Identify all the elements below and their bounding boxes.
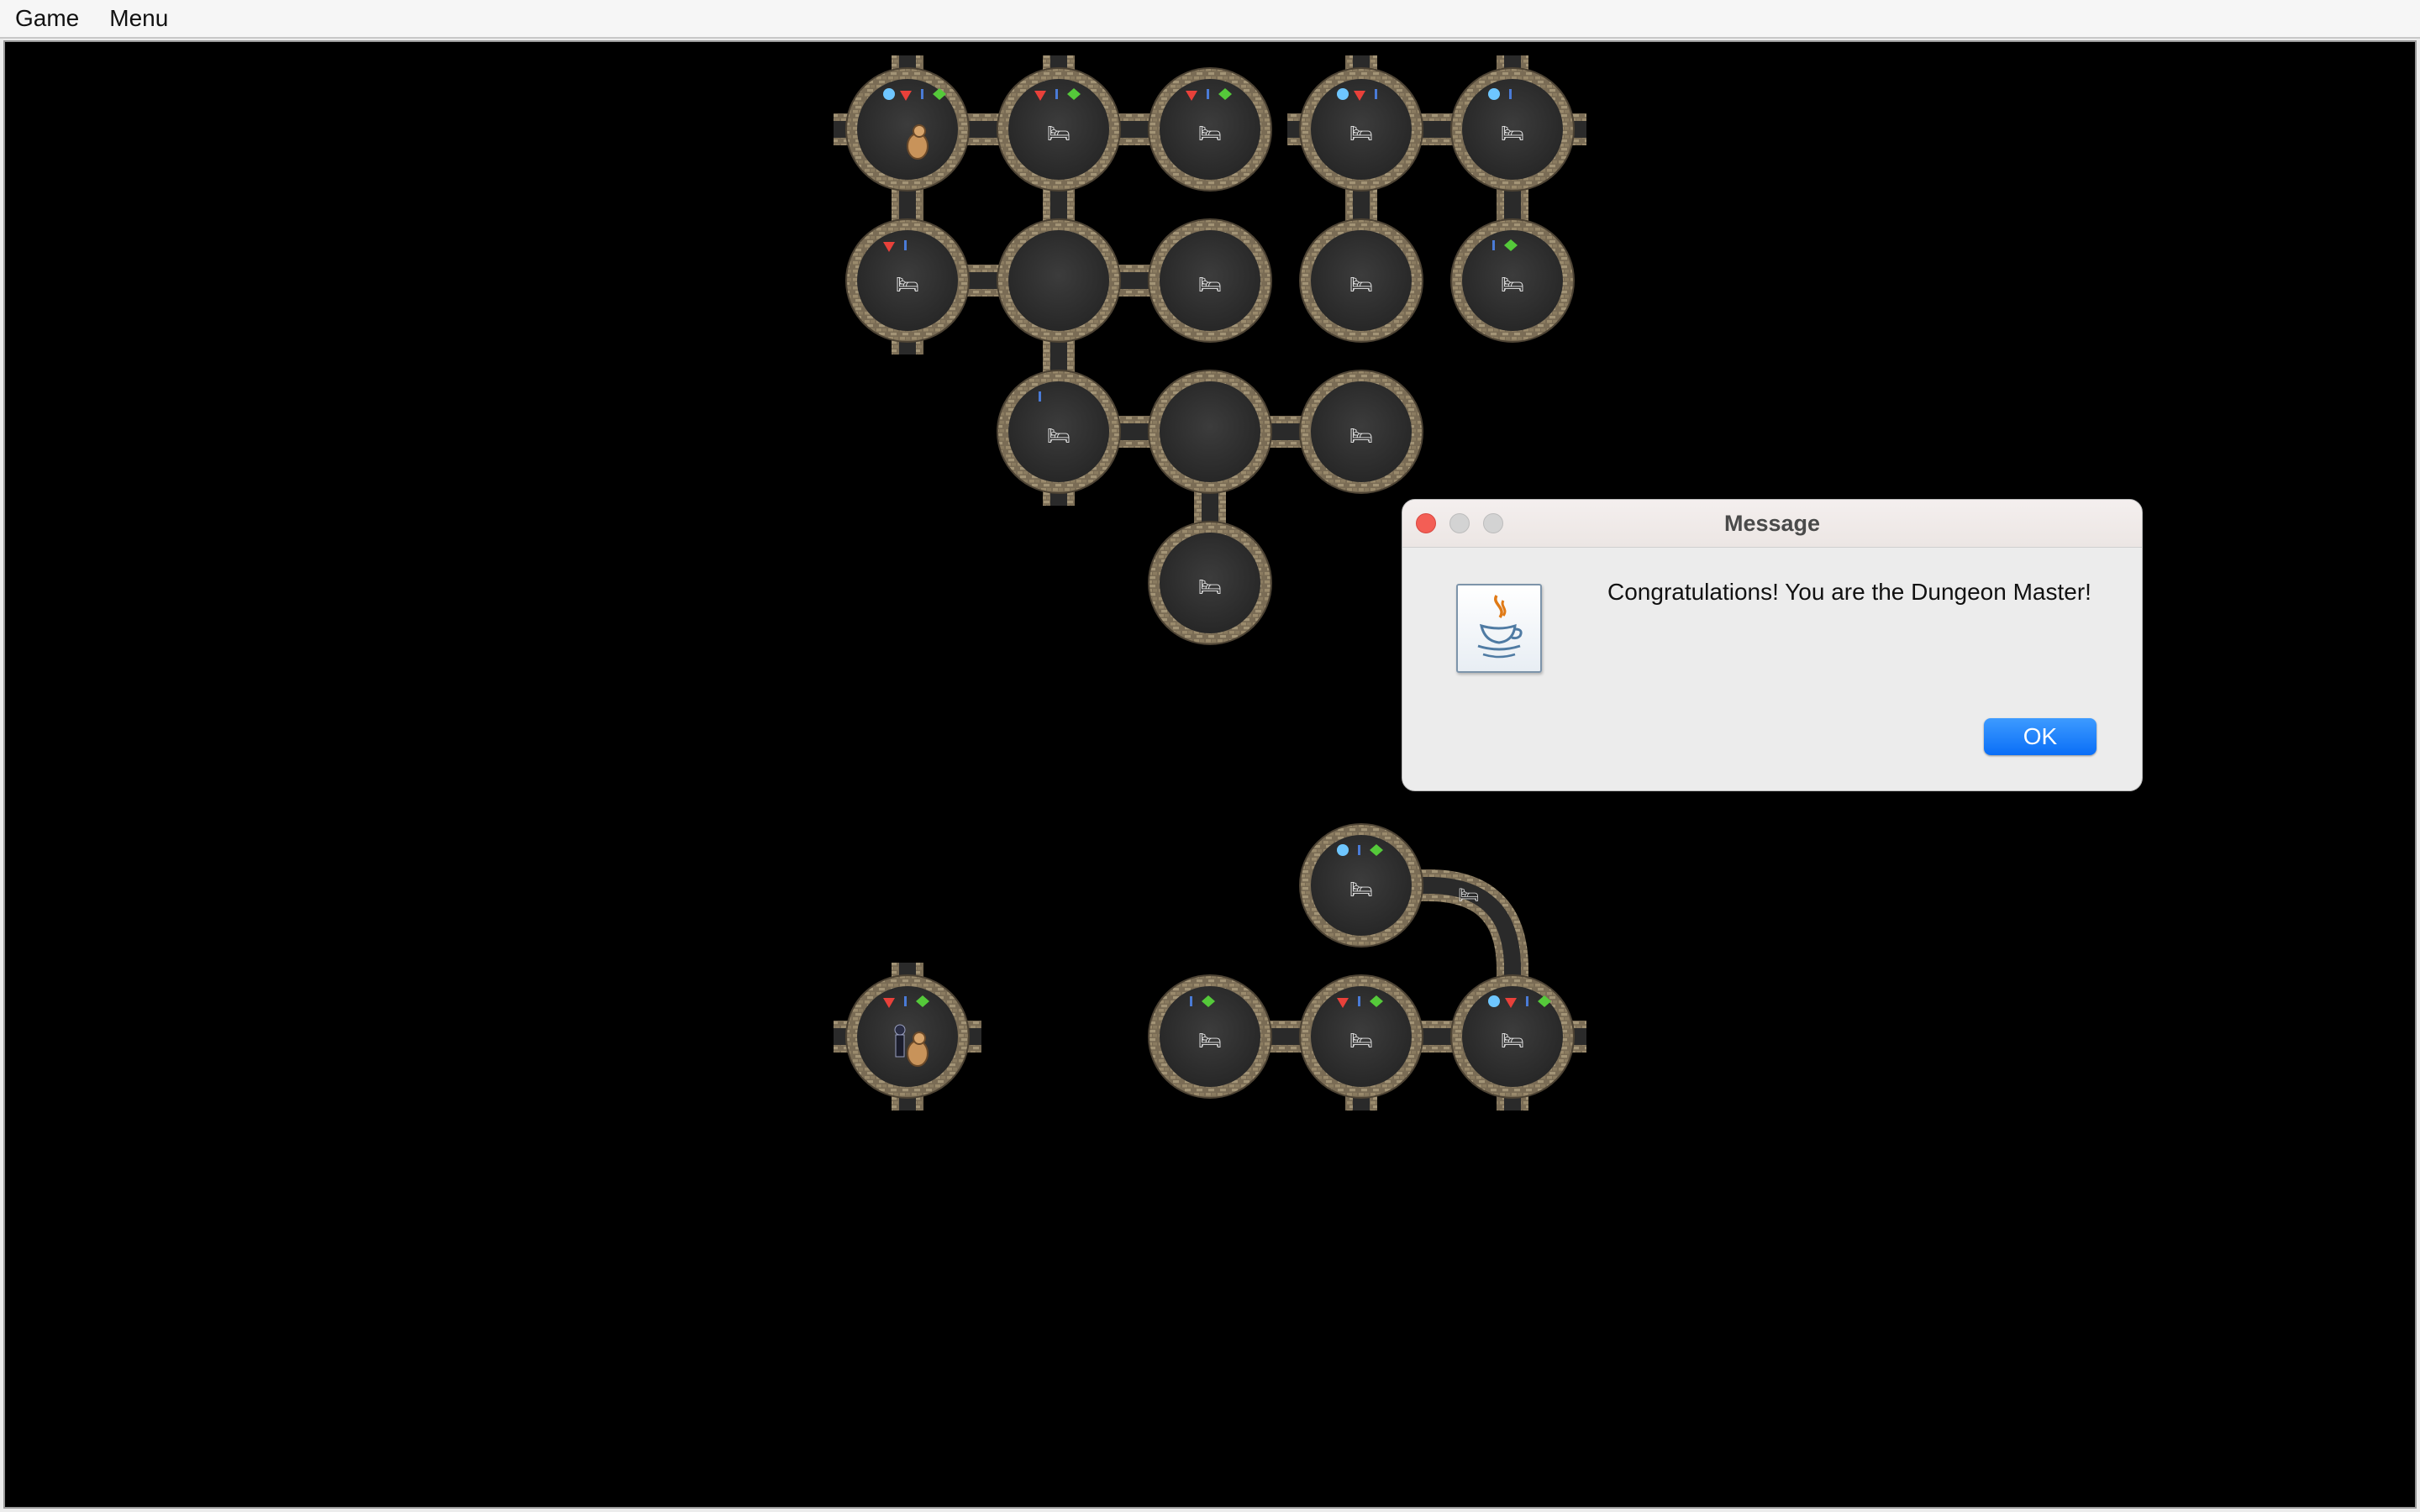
arrow-icon: [1375, 89, 1377, 99]
bed-icon: 🛏: [1349, 879, 1373, 900]
bed-icon: 🛏: [1198, 577, 1222, 598]
dungeon-room[interactable]: [845, 974, 970, 1099]
sapphire-icon: [1337, 88, 1349, 100]
message-dialog: Message Congratulations! You are the Dun…: [1402, 499, 2143, 791]
bed-icon: 🛏: [1349, 1031, 1373, 1052]
arrow-icon: [1358, 845, 1360, 855]
arrow-icon: [1526, 996, 1528, 1006]
sapphire-icon: [1488, 995, 1500, 1007]
arrow-icon: [1358, 996, 1360, 1006]
dungeon-room[interactable]: 🛏: [1148, 974, 1272, 1099]
dungeon-room[interactable]: 🛏: [845, 218, 970, 343]
dialog-message: Congratulations! You are the Dungeon Mas…: [1607, 579, 2091, 605]
bed-icon: 🛏: [1198, 123, 1222, 144]
bed-icon: 🛏: [1349, 426, 1373, 447]
arrow-icon: [904, 240, 907, 250]
dungeon-room[interactable]: 🛏: [1450, 974, 1575, 1099]
arrow-icon: [1039, 391, 1041, 402]
bed-icon: 🛏: [1501, 123, 1524, 144]
dungeon-room[interactable]: 🛏: [1299, 823, 1423, 948]
dungeon-room[interactable]: 🛏: [997, 370, 1121, 494]
arrow-icon: [904, 996, 907, 1006]
dungeon-room[interactable]: 🛏: [997, 67, 1121, 192]
bed-icon: 🛏: [1198, 1031, 1222, 1052]
bed-icon: 🛏: [1501, 275, 1524, 296]
bed-icon: 🛏: [1047, 123, 1071, 144]
arrow-icon: [1509, 89, 1512, 99]
dungeon-room[interactable]: 🛏: [1148, 218, 1272, 343]
bed-icon: 🛏: [1047, 426, 1071, 447]
dungeon-room[interactable]: 🛏: [1299, 218, 1423, 343]
dialog-titlebar[interactable]: Message: [1402, 500, 2142, 548]
bed-icon: 🛏: [1349, 275, 1373, 296]
sapphire-icon: [883, 88, 895, 100]
menu-bar: Game Menu: [0, 0, 2420, 39]
svg-text:🛏: 🛏: [1458, 885, 1479, 905]
dungeon-room[interactable]: 🛏: [1299, 67, 1423, 192]
arrow-icon: [921, 89, 923, 99]
menu-game[interactable]: Game: [0, 0, 94, 37]
dungeon-room[interactable]: 🛏: [1450, 218, 1575, 343]
dungeon-room[interactable]: [845, 67, 970, 192]
dungeon-room[interactable]: 🛏: [1148, 521, 1272, 645]
bed-icon: 🛏: [1198, 275, 1222, 296]
java-coffee-cup-icon: [1456, 584, 1542, 673]
arrow-icon: [1207, 89, 1209, 99]
dungeon-room[interactable]: [997, 218, 1121, 343]
arrow-icon: [1055, 89, 1058, 99]
menu-menu[interactable]: Menu: [94, 0, 183, 37]
dungeon-room[interactable]: [1148, 370, 1272, 494]
dungeon-room[interactable]: 🛏: [1299, 974, 1423, 1099]
arrow-icon: [1492, 240, 1495, 250]
sapphire-icon: [1337, 844, 1349, 856]
dialog-title: Message: [1723, 511, 1821, 536]
sapphire-icon: [1488, 88, 1500, 100]
ok-button[interactable]: OK: [1984, 718, 2096, 755]
bed-icon: 🛏: [896, 275, 919, 296]
adventurer-icon: [894, 1024, 906, 1058]
bed-icon: 🛏: [1501, 1031, 1524, 1052]
dungeon-room[interactable]: 🛏: [1148, 67, 1272, 192]
arrow-icon: [1190, 996, 1192, 1006]
dungeon-room[interactable]: 🛏: [1450, 67, 1575, 192]
dungeon-room[interactable]: 🛏: [1299, 370, 1423, 494]
bed-icon: 🛏: [1349, 123, 1373, 144]
